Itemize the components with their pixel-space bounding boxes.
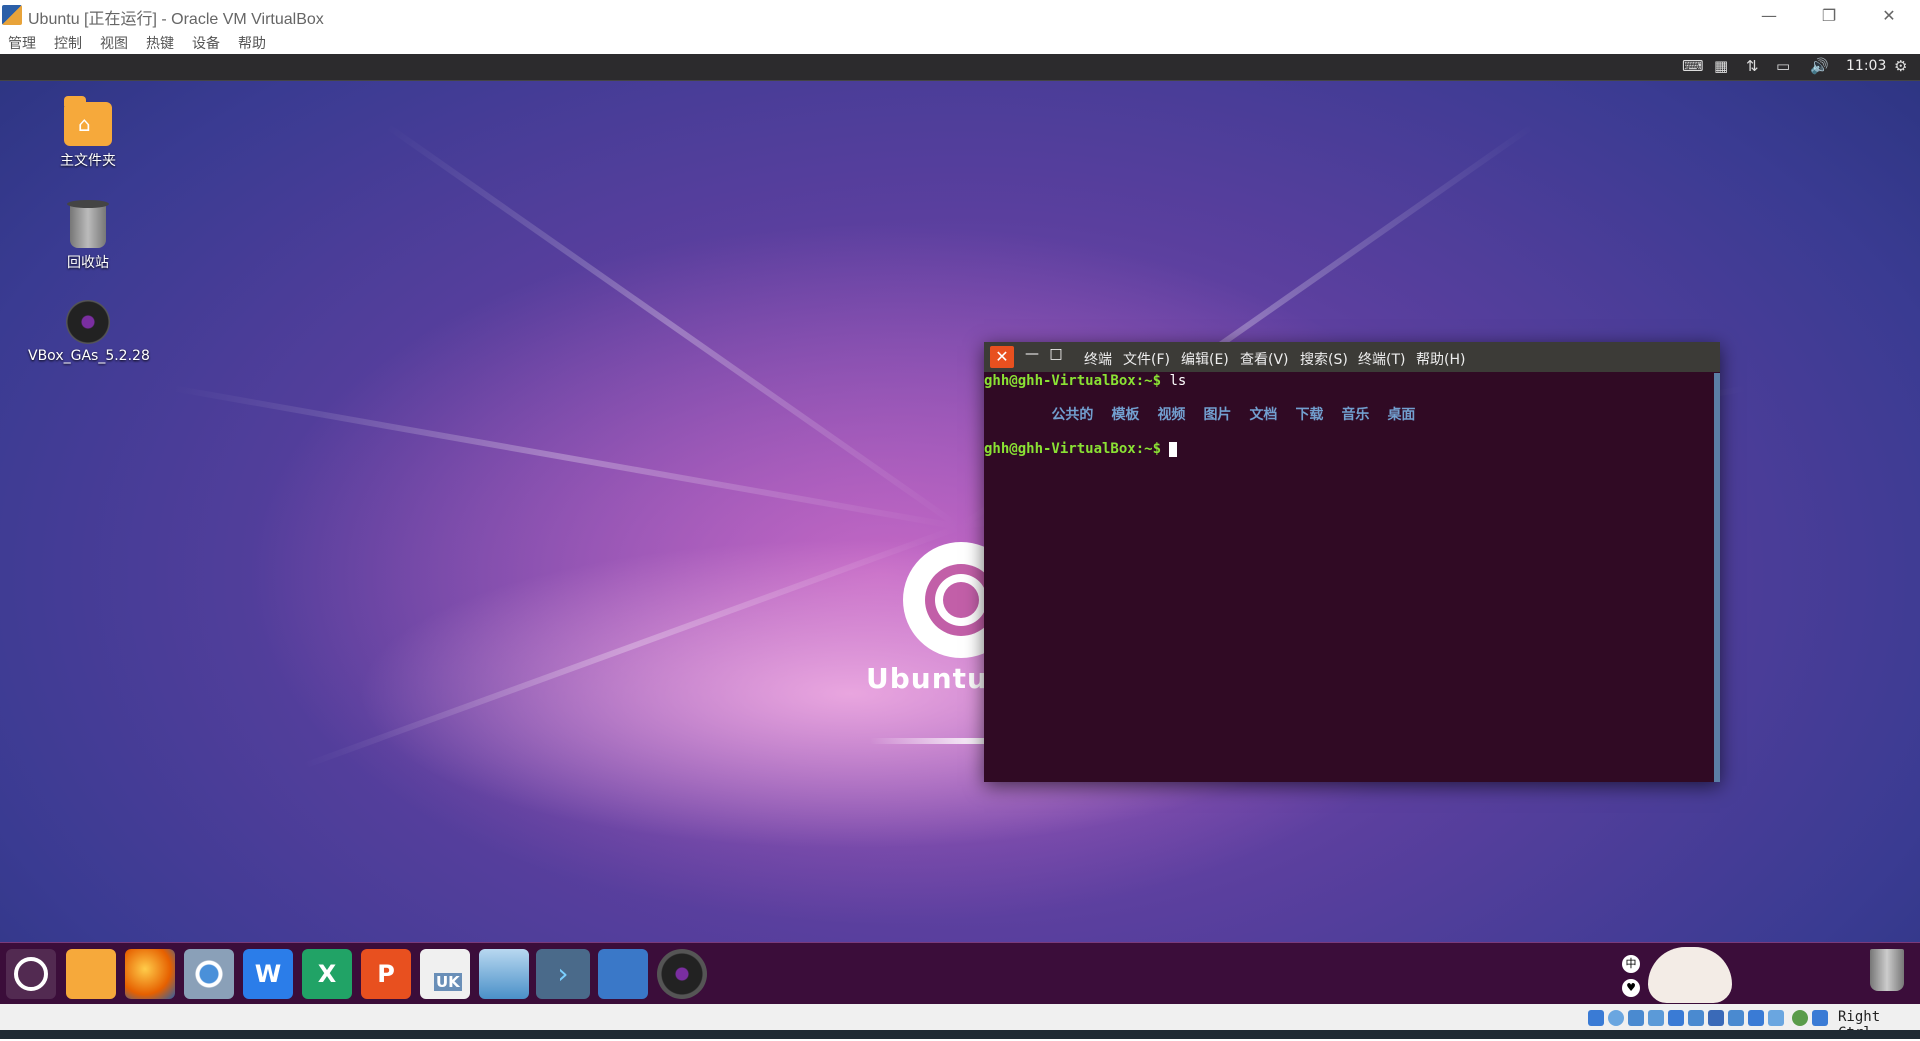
optical-drive-icon[interactable] [1608,1010,1624,1026]
dir-entry: 下载 [1295,407,1324,423]
terminal-scrollbar[interactable] [1714,373,1720,782]
home-folder-icon: ⌂ [64,96,112,146]
audio-icon[interactable] [1628,1010,1644,1026]
guest-additions-icon[interactable] [1792,1010,1808,1026]
files-icon[interactable] [66,949,116,999]
menu-control[interactable]: 控制 [54,33,82,53]
host-menubar: 管理 控制 视图 热键 设备 帮助 [0,30,1920,54]
desktop-icon-label: 主文件夹 [60,153,116,169]
terminal-menu-edit[interactable]: 编辑(E) [1181,349,1229,369]
virtualbox-icon [2,5,22,25]
ime-status-icon[interactable]: ♥ [1622,979,1640,997]
dir-entry: 桌面 [1387,407,1416,423]
battery-icon[interactable]: ▭ [1776,57,1790,75]
minimize-button[interactable]: — [1740,0,1798,30]
network-adapter-icon[interactable] [1648,1010,1664,1026]
shared-folders-icon[interactable] [1688,1010,1704,1026]
top-panel: ⌨ ▦ ⇅ ▭ 🔊 11:03 ⚙ [0,54,1920,81]
terminal-titlebar[interactable]: ✕ — □ 终端 文件(F) 编辑(E) 查看(V) 搜索(S) 终端(T) 帮… [984,342,1720,372]
terminal-window[interactable]: ✕ — □ 终端 文件(F) 编辑(E) 查看(V) 搜索(S) 终端(T) 帮… [984,342,1720,782]
host-taskbar-strip [0,1030,1920,1039]
terminal-output[interactable]: ghh@ghh-VirtualBox:~$ ls 公共的 模板 视频 图片 文档 下载 音乐… [984,373,1714,782]
dock: W X P UK › 中 ♥ [0,942,1920,1004]
dir-entry: 公共的 [1051,407,1094,423]
store-label: UK [434,973,462,991]
host-titlebar: Ubuntu [正在运行] - Oracle VM VirtualBox — ❐… [0,0,1920,30]
ubuntu-launcher-icon[interactable] [6,949,56,999]
terminal-cursor [1169,441,1178,457]
ubuntu-wordmark: Ubuntu [866,662,988,695]
terminal-menu-file[interactable]: 文件(F) [1123,349,1170,369]
display-icon[interactable] [1708,1010,1724,1026]
wallpaper-ray [301,524,962,770]
desktop-trash[interactable]: 回收站 [28,200,148,272]
wallpaper-ray [384,123,962,530]
menu-help[interactable]: 帮助 [238,33,266,53]
wallpaper-ray [171,385,961,530]
terminal-command: ls [1161,373,1187,389]
desktop-vbox-disc[interactable]: VBox_GAs_5.2.28 [28,300,150,364]
clock[interactable]: 11:03 [1846,58,1886,74]
menu-hotkey[interactable]: 热键 [146,33,174,53]
terminal-icon[interactable]: › [536,949,590,999]
terminal-maximize-button[interactable]: □ [1046,346,1066,368]
calendar-icon[interactable]: ▦ [1714,57,1728,75]
vbox-disc-icon[interactable] [657,949,707,999]
gear-icon[interactable]: ⚙ [1894,57,1907,75]
restore-button[interactable]: ❐ [1800,0,1858,30]
terminal-prompt: ghh@ghh-VirtualBox:~$ [984,373,1162,389]
network-icon[interactable]: ⇅ [1746,57,1759,75]
terminal-title: 终端 [1084,352,1112,368]
terminal-menu-search[interactable]: 搜索(S) [1300,349,1348,369]
menu-devices[interactable]: 设备 [192,33,220,53]
keyboard-capture-icon[interactable] [1812,1010,1828,1026]
virtualization-icon[interactable] [1748,1010,1764,1026]
desktop-home-folder[interactable]: ⌂ 主文件夹 [28,96,148,170]
dir-entry: 视频 [1157,407,1186,423]
disc-icon [66,300,110,344]
volume-icon[interactable]: 🔊 [1810,57,1829,75]
guest-screen[interactable]: ⌨ ▦ ⇅ ▭ 🔊 11:03 ⚙ ⌂ 主文件夹 回收站 VBox_GAs_5.… [0,54,1920,1004]
keyboard-icon[interactable]: ⌨ [1682,57,1704,75]
video-capture-icon[interactable] [1728,1010,1744,1026]
ime-icon[interactable]: 中 [1622,955,1640,973]
trash-icon [67,200,109,248]
firefox-icon[interactable] [125,949,175,999]
desktop-icon-label: 回收站 [67,255,109,271]
dir-entry: 音乐 [1341,407,1370,423]
workspace-switcher-icon[interactable] [598,949,648,999]
terminal-menu-help[interactable]: 帮助(H) [1416,349,1465,369]
host-statusbar: Right Ctrl [0,1004,1920,1041]
close-button[interactable]: ✕ [1860,0,1918,30]
terminal-prompt: ghh@ghh-VirtualBox:~$ [984,441,1162,457]
menu-manage[interactable]: 管理 [8,33,36,53]
dir-entry: 模板 [1111,407,1140,423]
terminal-menu-terminal[interactable]: 终端(T) [1358,349,1405,369]
menu-view[interactable]: 视图 [100,33,128,53]
hard-disk-icon[interactable] [1588,1010,1604,1026]
wps-writer-icon[interactable]: W [243,949,293,999]
window-title: Ubuntu [正在运行] - Oracle VM VirtualBox [28,11,324,28]
desktop-icon-label: VBox_GAs_5.2.28 [28,348,150,364]
wps-spreadsheet-icon[interactable]: X [302,949,352,999]
dir-entry: 文档 [1249,407,1278,423]
dock-trash-icon[interactable] [1870,949,1904,991]
dir-entry: 图片 [1203,407,1232,423]
usb-icon[interactable] [1668,1010,1684,1026]
terminal-menu-view[interactable]: 查看(V) [1240,349,1289,369]
wps-presentation-icon[interactable]: P [361,949,411,999]
terminal-minimize-button[interactable]: — [1022,346,1042,368]
ubuntu-kylin-store-icon[interactable]: UK [420,949,470,999]
chromium-icon[interactable] [184,949,234,999]
terminal-close-button[interactable]: ✕ [990,346,1014,368]
software-updater-icon[interactable] [479,949,529,999]
mouse-integration-icon[interactable] [1768,1010,1784,1026]
mascot-widget-icon[interactable] [1648,947,1732,1003]
